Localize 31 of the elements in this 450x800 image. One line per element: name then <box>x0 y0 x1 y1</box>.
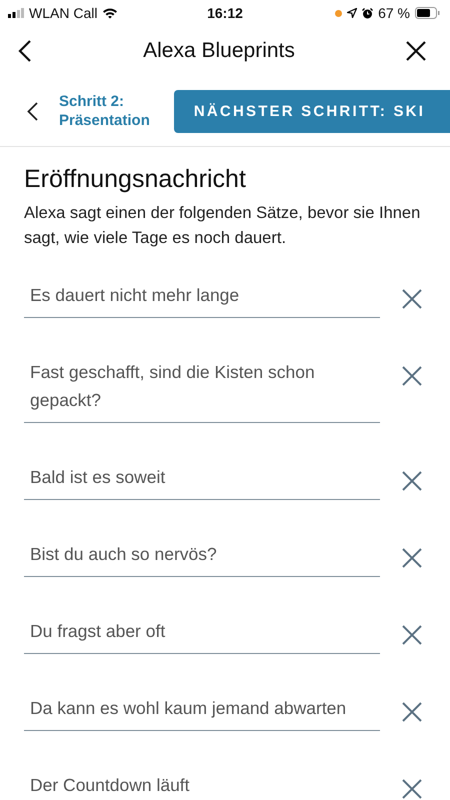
signal-icon <box>8 8 24 18</box>
remove-icon[interactable] <box>402 366 422 386</box>
location-arrow-icon <box>347 8 358 18</box>
phrase-field[interactable]: Fast geschafft, sind die Kisten schon gepackt? <box>24 348 380 423</box>
wifi-icon <box>102 7 118 19</box>
previous-step-link[interactable]: Schritt 2: Präsentation <box>59 92 150 130</box>
screen-title: Alexa Blueprints <box>143 39 295 63</box>
remove-icon[interactable] <box>402 471 422 491</box>
battery-percent: 67 % <box>378 5 410 21</box>
carrier-name: WLAN Call <box>29 5 98 21</box>
back-icon[interactable] <box>18 40 32 62</box>
close-icon[interactable] <box>406 41 426 61</box>
remove-icon[interactable] <box>402 625 422 645</box>
back-icon[interactable] <box>27 102 38 120</box>
next-step-button[interactable]: NÄCHSTER SCHRITT: SKI <box>174 90 450 132</box>
phrase-field[interactable]: Der Countdown läuft <box>24 761 380 800</box>
battery-icon <box>415 7 440 19</box>
section-description: Alexa sagt einen der folgenden Sätze, bevor sie Ihnen sagt, wie viele Tage es noch dauert. <box>24 203 422 249</box>
remove-icon[interactable] <box>402 548 422 568</box>
remove-icon[interactable] <box>402 289 422 309</box>
remove-icon[interactable] <box>402 779 422 799</box>
section-heading: Eröffnungsnachricht <box>24 164 247 195</box>
phrase-field[interactable]: Es dauert nicht mehr lange <box>24 271 380 318</box>
recording-dot-icon <box>335 10 342 16</box>
phrase-field[interactable]: Du fragst aber oft <box>24 607 380 654</box>
remove-icon[interactable] <box>402 702 422 722</box>
alarm-clock-icon <box>362 8 374 18</box>
clock-time: 16:12 <box>207 5 243 21</box>
phrase-field[interactable]: Da kann es wohl kaum jemand abwarten <box>24 684 380 731</box>
phrase-field[interactable]: Bist du auch so nervös? <box>24 530 380 577</box>
phrase-field[interactable]: Bald ist es soweit <box>24 453 380 500</box>
